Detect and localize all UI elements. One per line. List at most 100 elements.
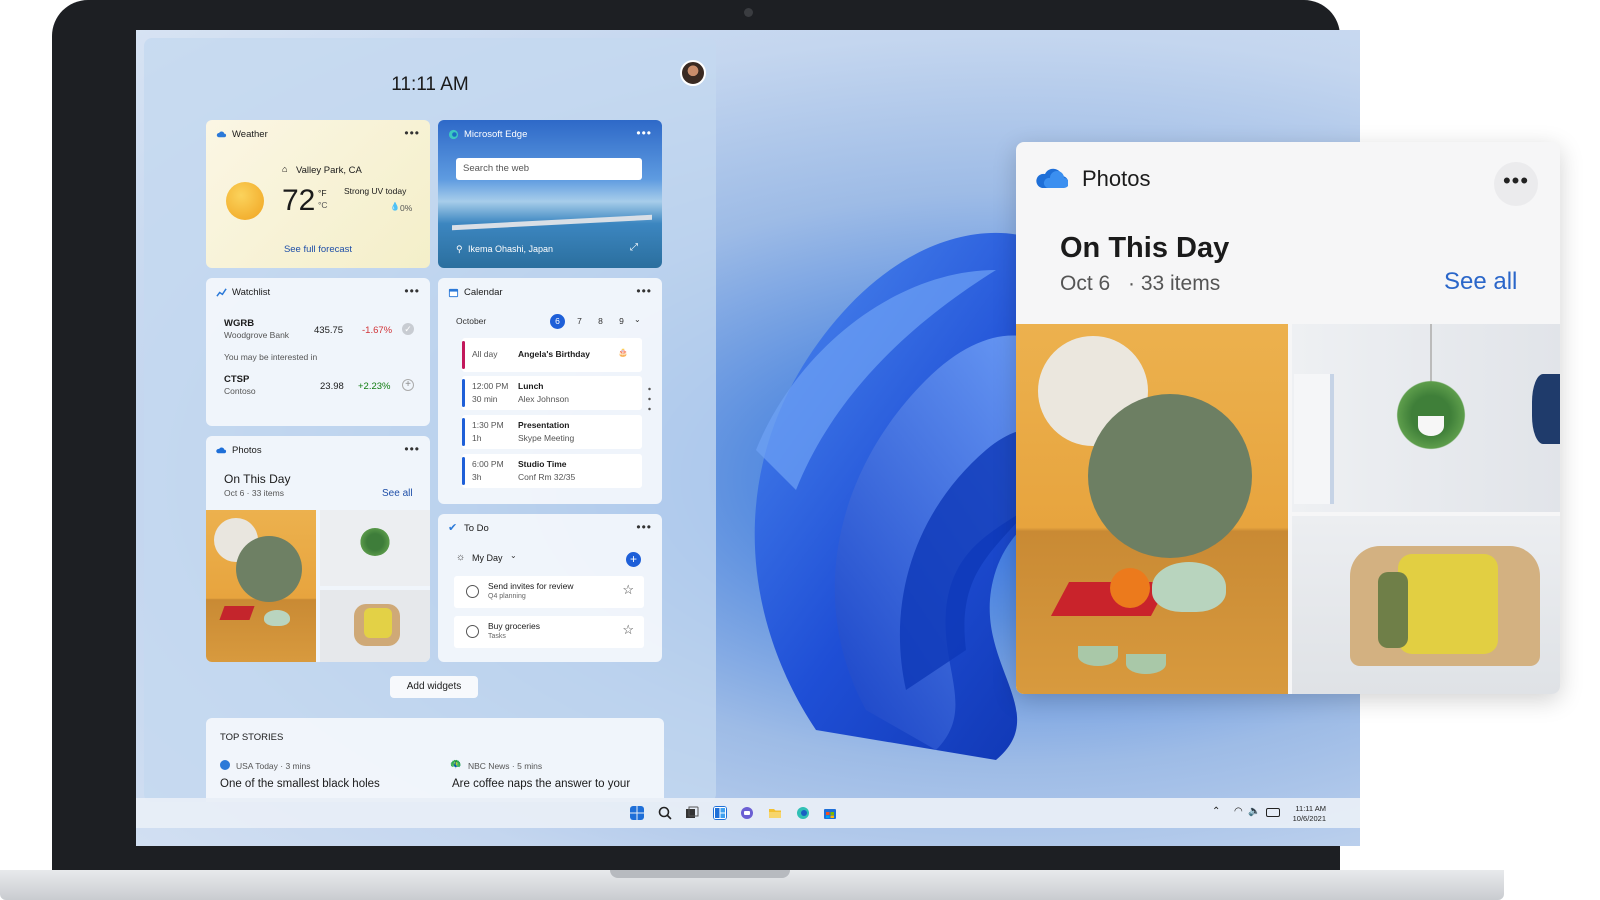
watchlist-more-button[interactable]: ••• xyxy=(404,284,420,298)
star-icon[interactable]: ☆ xyxy=(622,582,634,598)
event-time: 6:00 PM xyxy=(472,459,504,469)
chart-icon xyxy=(216,288,227,297)
scroll-handle[interactable] xyxy=(648,384,651,414)
event-time: All day xyxy=(472,349,498,359)
photos-title: Photos xyxy=(232,445,262,456)
taskbar-date[interactable]: 10/6/2021 xyxy=(1282,814,1326,823)
calendar-day-selected[interactable]: 6 xyxy=(550,314,565,329)
clock-time: 11:11 AM xyxy=(391,74,469,95)
weather-widget[interactable]: Weather ••• ⌂ Valley Park, CA 72 °F °C S… xyxy=(206,120,430,268)
cake-icon: 🎂 xyxy=(618,348,628,357)
chat-icon[interactable] xyxy=(740,806,754,820)
task-title: Send invites for review xyxy=(488,581,574,591)
task-sub: Q4 planning xyxy=(488,593,526,600)
bridge-image xyxy=(452,214,652,231)
unit-c-toggle[interactable]: °C xyxy=(318,200,328,210)
todo-item[interactable]: Buy groceries Tasks ☆ xyxy=(454,616,644,648)
home-icon: ⌂ xyxy=(282,164,288,174)
stock-change: +2.23% xyxy=(358,381,391,392)
weather-more-button[interactable]: ••• xyxy=(404,126,420,140)
photos-popout-widget[interactable]: Photos ••• On This Day Oct 6 · 33 items … xyxy=(1016,142,1560,694)
calendar-month: October xyxy=(456,316,487,326)
calendar-icon xyxy=(448,288,459,298)
stock-name: Woodgrove Bank xyxy=(224,330,290,340)
user-avatar[interactable] xyxy=(680,60,706,86)
chevron-down-icon[interactable]: ⌄ xyxy=(634,315,641,324)
calendar-event[interactable]: 12:00 PM 30 min Lunch Alex Johnson xyxy=(462,376,642,410)
file-explorer-icon[interactable] xyxy=(768,806,782,820)
photos-widget[interactable]: Photos ••• On This Day Oct 6 · 33 items … xyxy=(206,436,430,662)
photo-hanging-plant[interactable] xyxy=(1292,324,1560,512)
popout-date: Oct 6 xyxy=(1060,272,1111,295)
stock-name: Contoso xyxy=(224,386,256,396)
search-icon[interactable] xyxy=(658,806,672,820)
story-headline-link[interactable]: Are coffee naps the answer to your xyxy=(452,778,630,790)
photos-see-all-link[interactable]: See all xyxy=(382,488,413,499)
calendar-event[interactable]: All day Angela's Birthday 🎂 xyxy=(462,338,642,372)
task-complete-checkbox[interactable] xyxy=(466,625,479,638)
watchlist-widget[interactable]: Watchlist ••• WGRB Woodgrove Bank 435.75… xyxy=(206,278,430,426)
todo-more-button[interactable]: ••• xyxy=(636,520,652,534)
popout-title: Photos xyxy=(1082,166,1151,191)
chevron-up-icon[interactable]: ⌃ xyxy=(1212,806,1220,817)
calendar-event[interactable]: 1:30 PM 1h Presentation Skype Meeting xyxy=(462,415,642,449)
widgets-icon[interactable] xyxy=(713,806,727,820)
unit-f-toggle[interactable]: °F xyxy=(318,188,327,198)
event-duration: 3h xyxy=(472,472,482,482)
calendar-more-button[interactable]: ••• xyxy=(636,284,652,298)
calendar-day[interactable]: 9 xyxy=(614,314,629,329)
add-task-button[interactable]: + xyxy=(626,552,641,567)
todo-widget[interactable]: ✔ To Do ••• ☼ My Day ⌄ + Send invites fo… xyxy=(438,514,662,662)
taskbar-time[interactable]: 11:11 AM xyxy=(1288,804,1326,813)
event-duration: 1h xyxy=(472,433,482,443)
watchlist-title: Watchlist xyxy=(232,287,271,298)
edge-browser-icon[interactable] xyxy=(796,806,810,820)
event-title: Lunch xyxy=(518,381,544,391)
popout-more-button[interactable]: ••• xyxy=(1494,162,1538,206)
todo-list-name[interactable]: My Day xyxy=(472,553,503,563)
calendar-widget[interactable]: Calendar ••• October 6 7 8 9 ⌄ All day A… xyxy=(438,278,662,504)
edge-more-button[interactable]: ••• xyxy=(636,126,652,140)
stock-price: 435.75 xyxy=(314,325,344,336)
start-windows-icon[interactable] xyxy=(630,806,644,820)
task-title: Buy groceries xyxy=(488,621,540,631)
photo-still-life[interactable] xyxy=(1016,324,1288,694)
add-stock-icon[interactable]: + xyxy=(402,379,414,391)
add-widgets-button[interactable]: Add widgets xyxy=(390,676,478,698)
widgets-panel: 11:11 AM Weather ••• ⌂ Valley Park, CA 7… xyxy=(144,38,716,802)
star-icon[interactable]: ☆ xyxy=(622,622,634,638)
task-complete-checkbox[interactable] xyxy=(466,585,479,598)
laptop-base-notch xyxy=(610,870,790,878)
top-stories-widget: TOP STORIES USA Today · 3 mins One of th… xyxy=(206,718,664,802)
calendar-event[interactable]: 6:00 PM 3h Studio Time Conf Rm 32/35 xyxy=(462,454,642,488)
chevron-down-icon[interactable]: ⌄ xyxy=(510,551,517,560)
stock-symbol: CTSP xyxy=(224,374,250,385)
event-duration: 30 min xyxy=(472,394,498,404)
edge-search-input[interactable]: Search the web xyxy=(456,158,642,180)
battery-icon[interactable] xyxy=(1266,808,1280,817)
popout-see-all-link[interactable]: See all xyxy=(1444,268,1517,296)
edge-widget[interactable]: Microsoft Edge ••• Search the web ⚲ Ikem… xyxy=(438,120,662,268)
calendar-day[interactable]: 8 xyxy=(593,314,608,329)
task-view-icon[interactable] xyxy=(685,806,699,820)
store-icon[interactable] xyxy=(823,806,837,820)
photo-thumbnail[interactable] xyxy=(206,510,316,662)
forecast-link[interactable]: See full forecast xyxy=(206,244,430,255)
photo-thumbnail[interactable] xyxy=(320,590,430,662)
expand-icon[interactable]: ⤢ xyxy=(630,242,638,253)
stock-added-check-icon[interactable]: ✓ xyxy=(402,323,414,335)
edge-icon xyxy=(448,129,459,140)
stock-change: -1.67% xyxy=(362,325,393,336)
stock-price: 23.98 xyxy=(320,381,344,392)
photos-more-button[interactable]: ••• xyxy=(404,442,420,456)
story-headline-link[interactable]: One of the smallest black holes xyxy=(220,778,380,790)
photo-rattan-chair[interactable] xyxy=(1292,516,1560,694)
photo-thumbnail[interactable] xyxy=(320,510,430,586)
photos-sub: Oct 6 · 33 items xyxy=(224,488,284,498)
onedrive-cloud-icon xyxy=(1036,168,1068,188)
speaker-icon[interactable]: 🔈 xyxy=(1248,806,1260,817)
event-title: Presentation xyxy=(518,420,570,430)
calendar-day[interactable]: 7 xyxy=(572,314,587,329)
todo-item[interactable]: Send invites for review Q4 planning ☆ xyxy=(454,576,644,608)
wifi-icon[interactable]: ◠ xyxy=(1234,806,1243,817)
